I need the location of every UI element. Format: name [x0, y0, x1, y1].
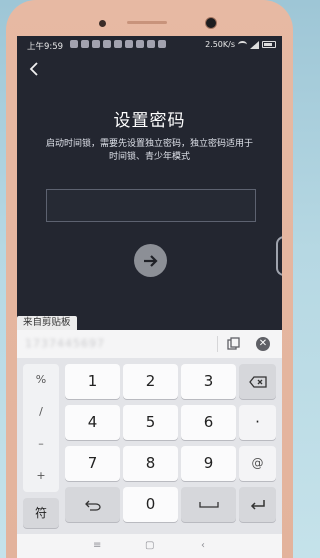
notification-icon — [103, 40, 111, 48]
back-nav-icon[interactable]: ‹ — [201, 540, 205, 551]
front-sensor — [99, 20, 106, 27]
undo-key[interactable] — [65, 487, 120, 522]
symbol-key[interactable]: – — [23, 428, 59, 460]
digit-key[interactable]: 4 — [65, 405, 120, 440]
symbol-column: % / – + — [23, 364, 59, 492]
close-icon[interactable]: ✕ — [256, 337, 270, 351]
notification-icon — [158, 40, 166, 48]
clipboard-divider — [217, 336, 218, 352]
next-button[interactable] — [134, 244, 167, 277]
space-key[interactable] — [181, 487, 236, 522]
battery-icon — [262, 41, 276, 48]
notification-icon — [147, 40, 155, 48]
page-description: 启动时间锁，需要先设置独立密码，独立密码适用于时间锁、青少年模式 — [45, 139, 253, 162]
backspace-key[interactable] — [239, 364, 276, 399]
notification-icon — [114, 40, 122, 48]
menu-icon[interactable]: ≡ — [93, 540, 101, 551]
wifi-icon — [238, 41, 247, 48]
digit-key[interactable]: 8 — [123, 446, 178, 481]
symbol-key[interactable]: % — [23, 364, 59, 396]
digit-key[interactable]: 0 — [123, 487, 178, 522]
password-input[interactable] — [46, 189, 256, 222]
clipboard-tab[interactable]: 来自剪贴板 — [17, 316, 77, 330]
system-nav-bar: ≡ ▢ ‹ — [17, 534, 282, 558]
phone-screen: 上午9:59 2.50K/s 设置密码 启动时间锁，需要先设置独立密码，独立密码… — [17, 36, 282, 558]
notification-icon — [81, 40, 89, 48]
status-time: 上午9:59 — [27, 42, 64, 52]
symbol-key[interactable]: + — [23, 460, 59, 492]
phone-top-bezel — [6, 0, 293, 36]
enter-icon — [250, 500, 265, 510]
status-bar: 上午9:59 2.50K/s — [17, 36, 282, 56]
side-handle — [276, 236, 282, 276]
front-camera — [205, 17, 217, 29]
symbol-key[interactable]: / — [23, 396, 59, 428]
paste-icon[interactable] — [227, 337, 240, 350]
network-speed: 2.50K/s — [205, 40, 235, 49]
notification-icon — [125, 40, 133, 48]
digit-key[interactable]: 1 — [65, 364, 120, 399]
chevron-left-icon — [29, 62, 38, 76]
digit-key[interactable]: 5 — [123, 405, 178, 440]
space-icon — [198, 502, 219, 508]
backspace-icon — [248, 376, 267, 388]
notification-icon — [92, 40, 100, 48]
back-button[interactable] — [29, 62, 45, 78]
status-right: 2.50K/s — [205, 40, 276, 49]
dot-key[interactable]: · — [239, 405, 276, 440]
home-icon[interactable]: ▢ — [145, 540, 154, 551]
digit-key[interactable]: 2 — [123, 364, 178, 399]
arrow-right-icon — [143, 254, 158, 267]
undo-icon — [84, 500, 101, 511]
digit-key[interactable]: 7 — [65, 446, 120, 481]
digit-key[interactable]: 3 — [181, 364, 236, 399]
clipboard-bar: 1737445697 ✕ — [17, 330, 282, 358]
notification-icons — [70, 40, 166, 48]
notification-icon — [136, 40, 144, 48]
symbols-switch-key[interactable]: 符 — [23, 498, 59, 528]
at-key[interactable]: @ — [239, 446, 276, 481]
page-title: 设置密码 — [113, 111, 186, 131]
notification-icon — [70, 40, 78, 48]
digit-key[interactable]: 9 — [181, 446, 236, 481]
signal-icon — [250, 40, 259, 49]
earpiece — [127, 21, 167, 24]
digit-key[interactable]: 6 — [181, 405, 236, 440]
numeric-keyboard: % / – + 符 1 2 3 4 5 6 · 7 8 9 @ 0 — [17, 358, 282, 534]
clipboard-content[interactable]: 1737445697 — [25, 337, 105, 350]
enter-key[interactable] — [239, 487, 276, 522]
